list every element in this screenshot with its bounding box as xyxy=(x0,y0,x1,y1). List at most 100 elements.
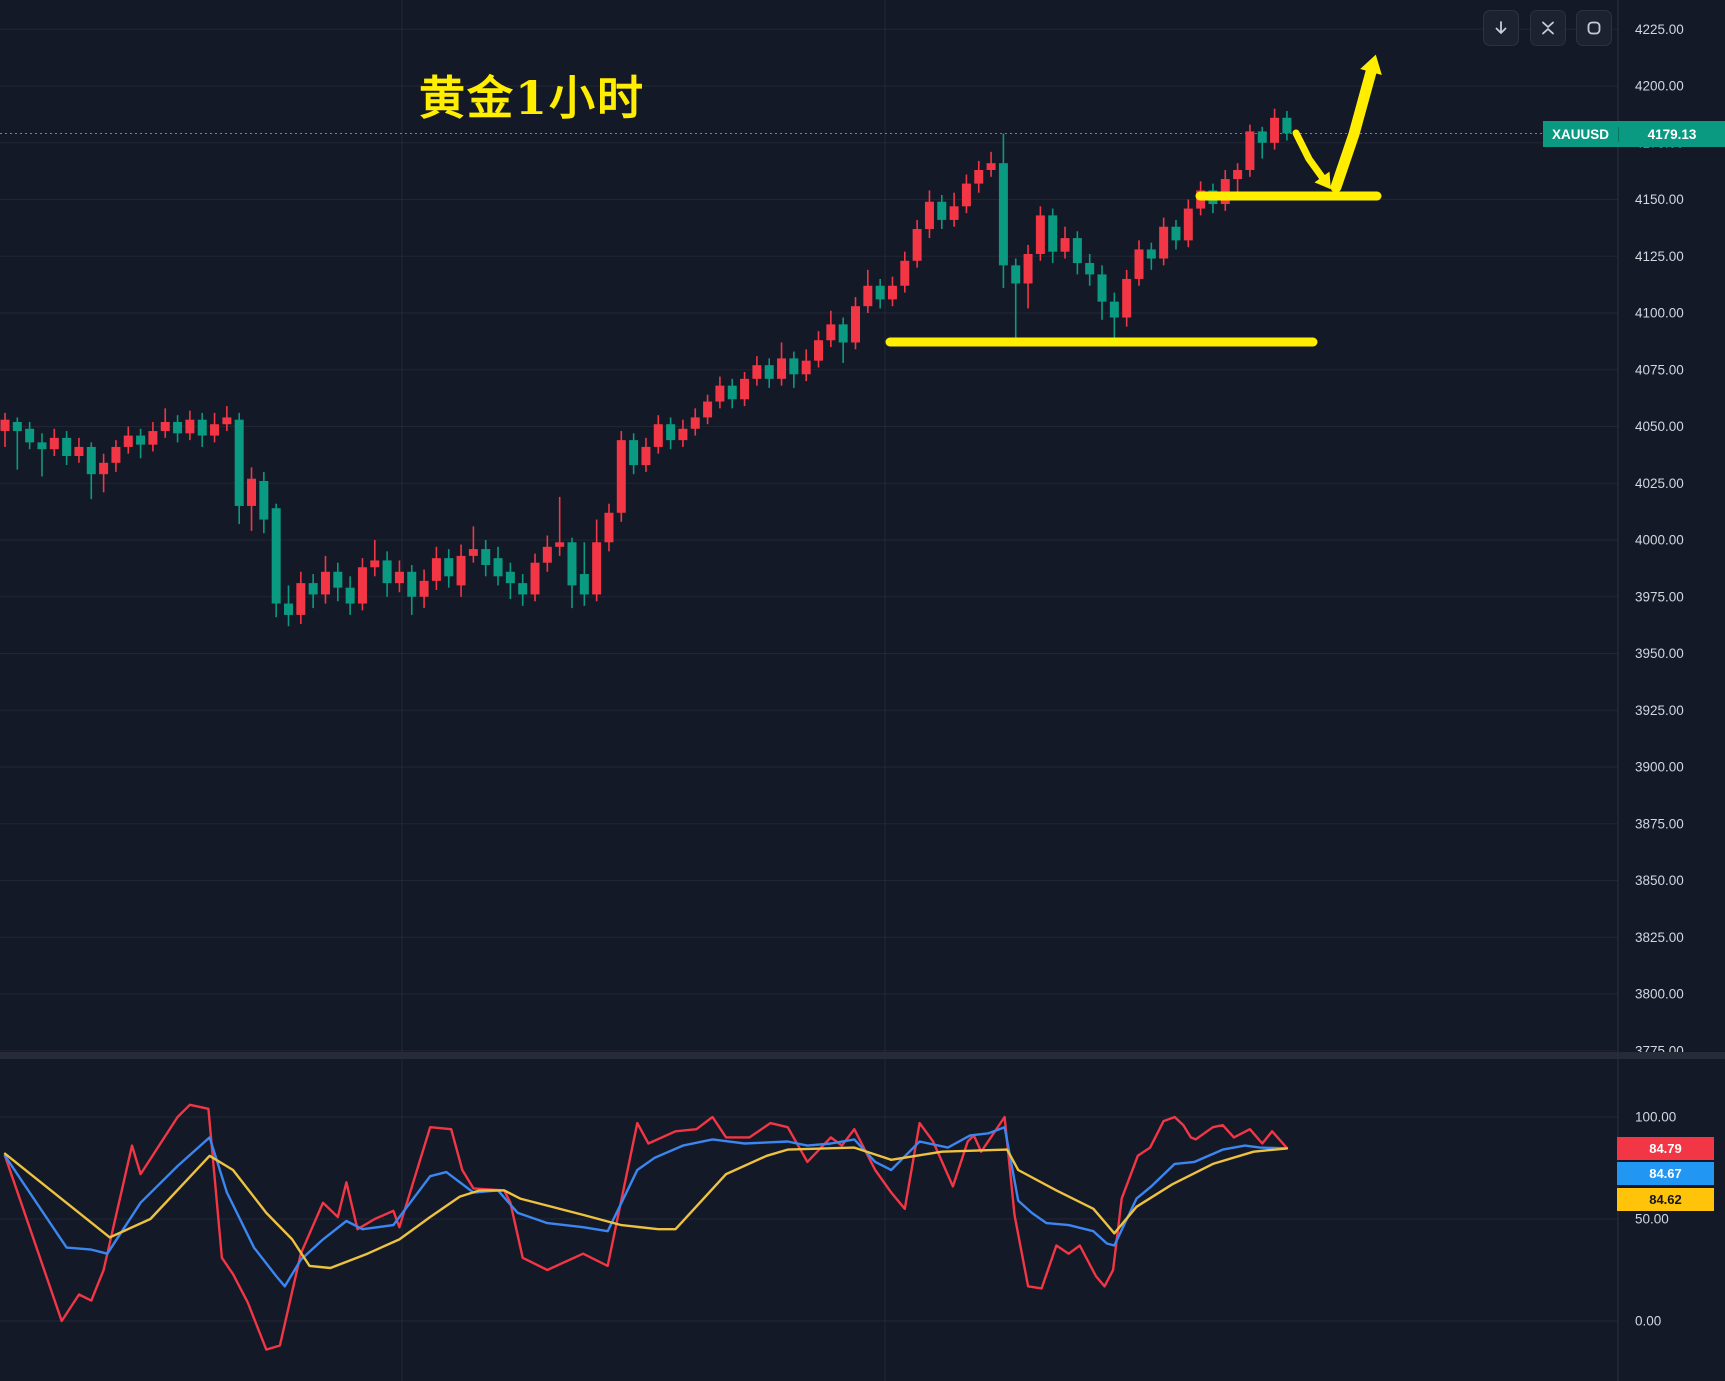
kdj-d-line xyxy=(5,1148,1287,1268)
candle-body xyxy=(296,583,305,615)
candle-body xyxy=(407,572,416,597)
candle-body xyxy=(1258,131,1267,142)
chart-toolbar xyxy=(1483,10,1612,46)
candle-body xyxy=(900,261,909,286)
candle-body xyxy=(654,424,663,447)
candle-body xyxy=(802,361,811,375)
candle-body xyxy=(1184,209,1193,241)
candle-body xyxy=(839,324,848,342)
fullscreen-button[interactable] xyxy=(1576,10,1612,46)
candle-body xyxy=(604,513,613,543)
candle-body xyxy=(272,508,281,603)
candle-body xyxy=(851,306,860,342)
candle-body xyxy=(678,429,687,440)
candle-body xyxy=(346,588,355,604)
candle-body xyxy=(950,206,959,220)
candle-body xyxy=(469,549,478,556)
candle-body xyxy=(173,422,182,433)
arrow-up-drawing-head xyxy=(1360,55,1382,75)
candle-body xyxy=(148,431,157,445)
candle-body xyxy=(358,567,367,603)
candle-body xyxy=(1171,227,1180,241)
arrow-down-drawing[interactable] xyxy=(1296,133,1322,177)
collapse-icon xyxy=(1540,20,1556,36)
candle-body xyxy=(136,436,145,445)
last-price-value: 4179.13 xyxy=(1619,127,1725,142)
candle-body xyxy=(1011,265,1020,283)
candle-body xyxy=(1073,238,1082,263)
candle-body xyxy=(284,604,293,615)
candle-body xyxy=(691,417,700,428)
candle-body xyxy=(1122,279,1131,318)
candle-body xyxy=(974,170,983,184)
candle-body xyxy=(1233,170,1242,179)
candle-body xyxy=(913,229,922,261)
candle-body xyxy=(1061,238,1070,252)
last-price-label: XAUUSD 4179.13 xyxy=(1543,121,1725,147)
scroll-down-button[interactable] xyxy=(1483,10,1519,46)
candle-body xyxy=(999,163,1008,265)
kdj-j-value-label: 84.79 xyxy=(1617,1137,1714,1160)
symbol-name: XAUUSD xyxy=(1543,127,1619,142)
candle-body xyxy=(888,286,897,300)
chart-title-annotation[interactable]: 黄金1小时 xyxy=(419,62,645,128)
candle-body xyxy=(715,386,724,402)
candle-body xyxy=(1048,215,1057,251)
candle-body xyxy=(210,424,219,435)
candle-body xyxy=(617,440,626,513)
candle-body xyxy=(370,560,379,567)
candles[interactable] xyxy=(1,109,1292,627)
candle-body xyxy=(937,202,946,220)
candle-body xyxy=(395,572,404,583)
candle-body xyxy=(531,563,540,595)
candle-body xyxy=(765,365,774,379)
candle-body xyxy=(37,442,46,449)
candle-body xyxy=(641,447,650,465)
candle-body xyxy=(1,420,10,431)
candle-body xyxy=(13,422,22,431)
arrow-down-icon xyxy=(1493,20,1509,36)
pane-separator[interactable] xyxy=(0,1052,1725,1059)
candle-body xyxy=(925,202,934,229)
candle-body xyxy=(235,420,244,506)
candle-body xyxy=(728,386,737,400)
candle-body xyxy=(222,417,231,424)
candle-body xyxy=(777,358,786,378)
candle-body xyxy=(1110,302,1119,318)
candle-body xyxy=(1036,215,1045,254)
candle-body xyxy=(592,542,601,594)
candle-body xyxy=(432,558,441,581)
candle-body xyxy=(259,481,268,520)
candle-body xyxy=(1098,274,1107,301)
candle-body xyxy=(555,542,564,547)
collapse-panes-button[interactable] xyxy=(1530,10,1566,46)
kdj-d-value-label: 84.62 xyxy=(1617,1188,1714,1211)
frame-icon xyxy=(1586,20,1602,36)
candle-body xyxy=(111,447,120,463)
arrow-up-drawing[interactable] xyxy=(1336,72,1371,187)
candle-body xyxy=(789,358,798,374)
candle-body xyxy=(1270,118,1279,143)
candle-body xyxy=(87,447,96,474)
candle-body xyxy=(543,547,552,563)
candle-body xyxy=(987,163,996,170)
kdj-k-value-label: 84.67 xyxy=(1617,1162,1714,1185)
trading-chart-window: 4225.004200.004175.004150.004125.004100.… xyxy=(0,0,1725,1381)
candle-body xyxy=(99,463,108,474)
candle-body xyxy=(62,438,71,456)
candle-body xyxy=(518,583,527,594)
candle-body xyxy=(876,286,885,300)
candle-body xyxy=(1024,254,1033,284)
candle-body xyxy=(74,447,83,456)
candle-body xyxy=(962,184,971,207)
candle-body xyxy=(1159,227,1168,259)
candle-body xyxy=(185,420,194,434)
kdj-k-line xyxy=(5,1127,1287,1286)
candle-body xyxy=(25,429,34,443)
candle-body xyxy=(567,542,576,585)
candle-body xyxy=(1282,118,1291,134)
candle-body xyxy=(333,572,342,588)
chart-canvas[interactable]: 4225.004200.004175.004150.004125.004100.… xyxy=(0,0,1725,1381)
candle-body xyxy=(1147,249,1156,258)
candle-body xyxy=(666,424,675,440)
